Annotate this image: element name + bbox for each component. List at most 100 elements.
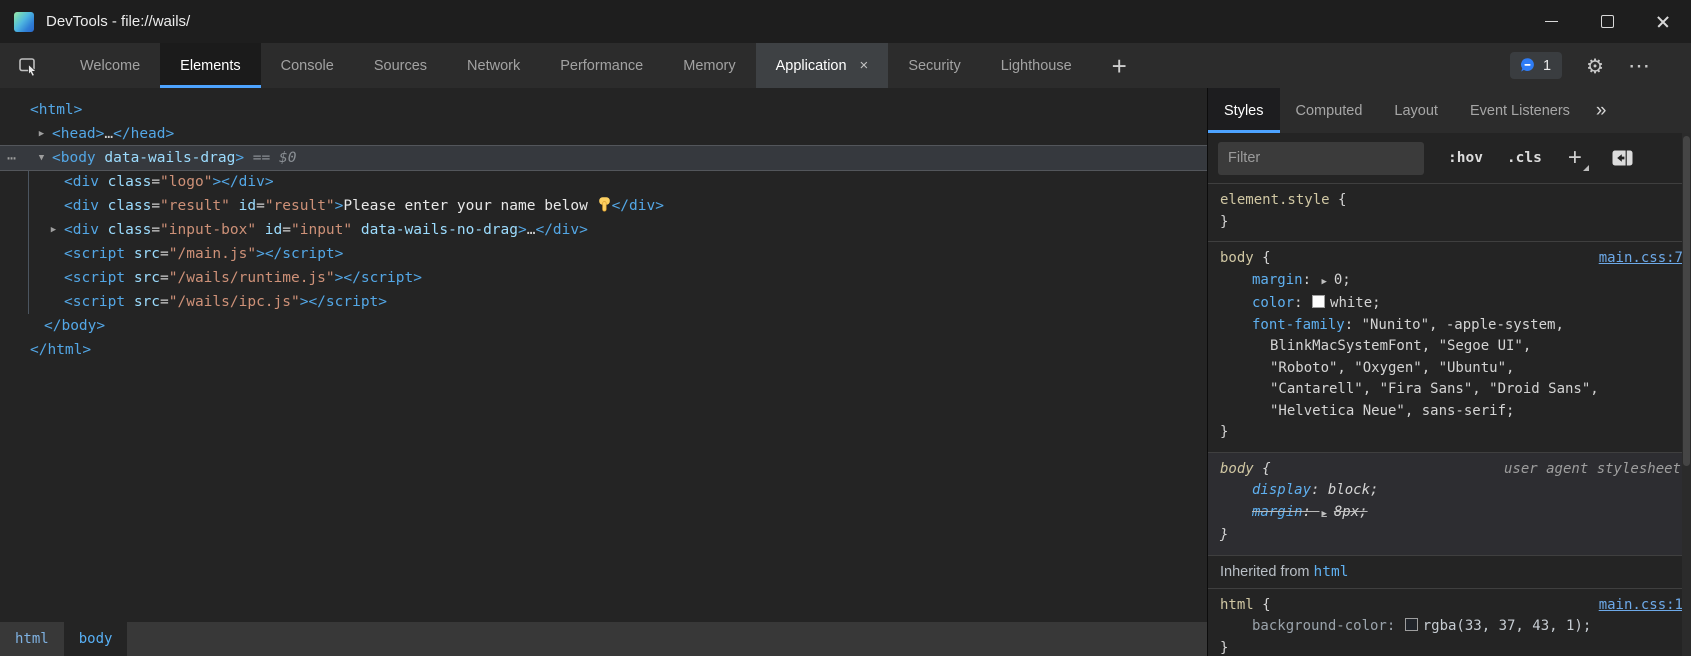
tree-row[interactable]: ⋯▼<body data-wails-drag> == $0 (0, 146, 1207, 170)
style-rule: body {main.css:7margin: ▶0;color: white;… (1208, 242, 1691, 453)
breadcrumb-item-html[interactable]: html (0, 622, 64, 656)
tab-performance[interactable]: Performance (540, 43, 663, 88)
code-token: class (99, 198, 151, 214)
maximize-button[interactable] (1579, 0, 1635, 43)
tree-row[interactable]: <script src="/wails/runtime.js"></script… (0, 266, 1207, 290)
sidebar-tab-event-listeners[interactable]: Event Listeners (1454, 88, 1586, 133)
expand-shorthand-icon[interactable]: ▶ (1321, 509, 1326, 519)
inherited-from-header: Inherited from html (1208, 556, 1691, 589)
tab-label: Elements (180, 58, 240, 74)
code-token: > (212, 174, 221, 190)
style-rule: html {main.css:1background-color: rgba(3… (1208, 589, 1691, 656)
toggle-hover-state-button[interactable]: :hov (1448, 150, 1483, 166)
sidebar-tab-computed[interactable]: Computed (1280, 88, 1379, 133)
styles-sidebar: StylesComputed Layout Event Listeners » :ho… (1208, 88, 1691, 656)
stylesheet-link[interactable]: main.css:7 (1599, 248, 1683, 270)
tab-sources[interactable]: Sources (354, 43, 447, 88)
twisty-collapsed-icon[interactable]: ▶ (46, 218, 61, 242)
code-token: </html> (30, 342, 91, 358)
twisty-expanded-icon[interactable]: ▼ (34, 146, 49, 170)
code-token: id (256, 222, 282, 238)
code-token: <script (64, 246, 125, 262)
inherited-from-label: Inherited from (1220, 564, 1314, 580)
inspect-element-button[interactable] (12, 43, 46, 88)
more-tabs-button[interactable]: + (1112, 46, 1127, 86)
code-token: = (160, 270, 169, 286)
tab-network[interactable]: Network (447, 43, 540, 88)
devtools-window: DevTools - file://wails/ Welcome Elements… (0, 0, 1691, 656)
tab-security[interactable]: Security (888, 43, 980, 88)
tab-lighthouse[interactable]: Lighthouse (981, 43, 1092, 88)
tab-application[interactable]: Application× (756, 43, 889, 88)
css-selector[interactable]: body (1220, 461, 1254, 477)
css-declaration[interactable]: color: white; (1208, 293, 1691, 315)
settings-gear-icon[interactable]: ⚙ (1586, 54, 1604, 78)
code-token: = (151, 222, 160, 238)
code-token: class (99, 222, 151, 238)
expand-shorthand-icon[interactable]: ▶ (1321, 277, 1326, 287)
tree-row[interactable]: <script src="/wails/ipc.js"></script> (0, 290, 1207, 314)
sidebar-tab-styles[interactable]: Styles (1208, 88, 1280, 133)
code-token: </script> (308, 294, 387, 310)
issues-bubble-icon (1519, 57, 1536, 74)
issues-badge[interactable]: 1 (1510, 52, 1562, 79)
css-declaration[interactable]: background-color: rgba(33, 37, 43, 1); (1208, 616, 1691, 638)
close-icon (1656, 15, 1670, 29)
code-token: <body (52, 150, 96, 166)
code-token: <html> (30, 102, 82, 118)
css-selector[interactable]: body (1220, 250, 1254, 266)
code-token: src (125, 294, 160, 310)
sidebar-tab-layout[interactable]: Layout (1378, 88, 1454, 133)
stylesheet-link[interactable]: main.css:1 (1599, 595, 1683, 617)
css-property-value: "Nunito", -apple-system, (1362, 317, 1564, 333)
toggle-class-button[interactable]: .cls (1507, 150, 1542, 166)
rule-selector-line: body {user agent stylesheet (1208, 459, 1691, 481)
sidebar-toggle-icon (1612, 150, 1633, 166)
tab-elements[interactable]: Elements (160, 43, 260, 88)
tree-row[interactable]: ▶<div class="input-box" id="input" data-… (0, 218, 1207, 242)
close-button[interactable] (1635, 0, 1691, 43)
inherited-node-link[interactable]: html (1314, 564, 1349, 580)
code-token: = (151, 174, 160, 190)
main-tab-bar: Welcome Elements ConsoleSourcesNetworkPerf… (0, 43, 1691, 88)
code-token: "input" (291, 222, 352, 238)
tab-close-icon[interactable]: × (860, 58, 869, 73)
breadcrumb-item-body[interactable]: body (64, 622, 128, 656)
color-swatch-icon[interactable] (1405, 618, 1418, 631)
styles-filter-input[interactable] (1218, 142, 1424, 175)
rule-selector-line: body {main.css:7 (1208, 248, 1691, 270)
sidebar-tabs-overflow-icon[interactable]: » (1596, 100, 1607, 122)
css-declaration[interactable]: margin: ▶8px; (1208, 502, 1691, 526)
scrollbar-thumb[interactable] (1683, 136, 1690, 466)
css-property-name: background-color (1252, 618, 1387, 634)
tab-console[interactable]: Console (261, 43, 354, 88)
tab-memory[interactable]: Memory (663, 43, 755, 88)
scrollbar[interactable] (1682, 133, 1691, 656)
close-brace: } (1208, 212, 1691, 234)
css-selector[interactable]: element.style (1220, 192, 1330, 208)
code-token: = (151, 198, 160, 214)
tree-row[interactable]: <div class="logo"></div> (0, 170, 1207, 194)
minimize-button[interactable] (1523, 0, 1579, 43)
close-brace: } (1208, 525, 1691, 547)
tree-row[interactable]: <html> (0, 98, 1207, 122)
tab-welcome[interactable]: Welcome (60, 43, 160, 88)
tree-row[interactable]: <div class="result" id="result">Please e… (0, 194, 1207, 218)
row-overflow-menu-icon[interactable]: ⋯ (7, 146, 17, 170)
new-style-rule-button[interactable]: + (1568, 148, 1582, 168)
more-options-icon[interactable]: ⋯ (1628, 53, 1651, 79)
css-declaration[interactable]: font-family: "Nunito", -apple-system, (1208, 315, 1691, 337)
window-title: DevTools - file://wails/ (46, 13, 190, 30)
sidebar-tab-label: Layout (1394, 103, 1438, 119)
css-selector[interactable]: html (1220, 597, 1254, 613)
twisty-collapsed-icon[interactable]: ▶ (34, 122, 49, 146)
toggle-computed-pane-button[interactable] (1612, 150, 1633, 166)
css-declaration[interactable]: display: block; (1208, 480, 1691, 502)
color-swatch-icon[interactable] (1312, 295, 1325, 308)
tree-row[interactable]: </body> (0, 314, 1207, 338)
tree-row[interactable]: </html> (0, 338, 1207, 362)
css-declaration[interactable]: margin: ▶0; (1208, 270, 1691, 294)
tree-row[interactable]: <script src="/main.js"></script> (0, 242, 1207, 266)
code-token: </script> (343, 270, 422, 286)
tree-row[interactable]: ▶<head>…</head> (0, 122, 1207, 146)
